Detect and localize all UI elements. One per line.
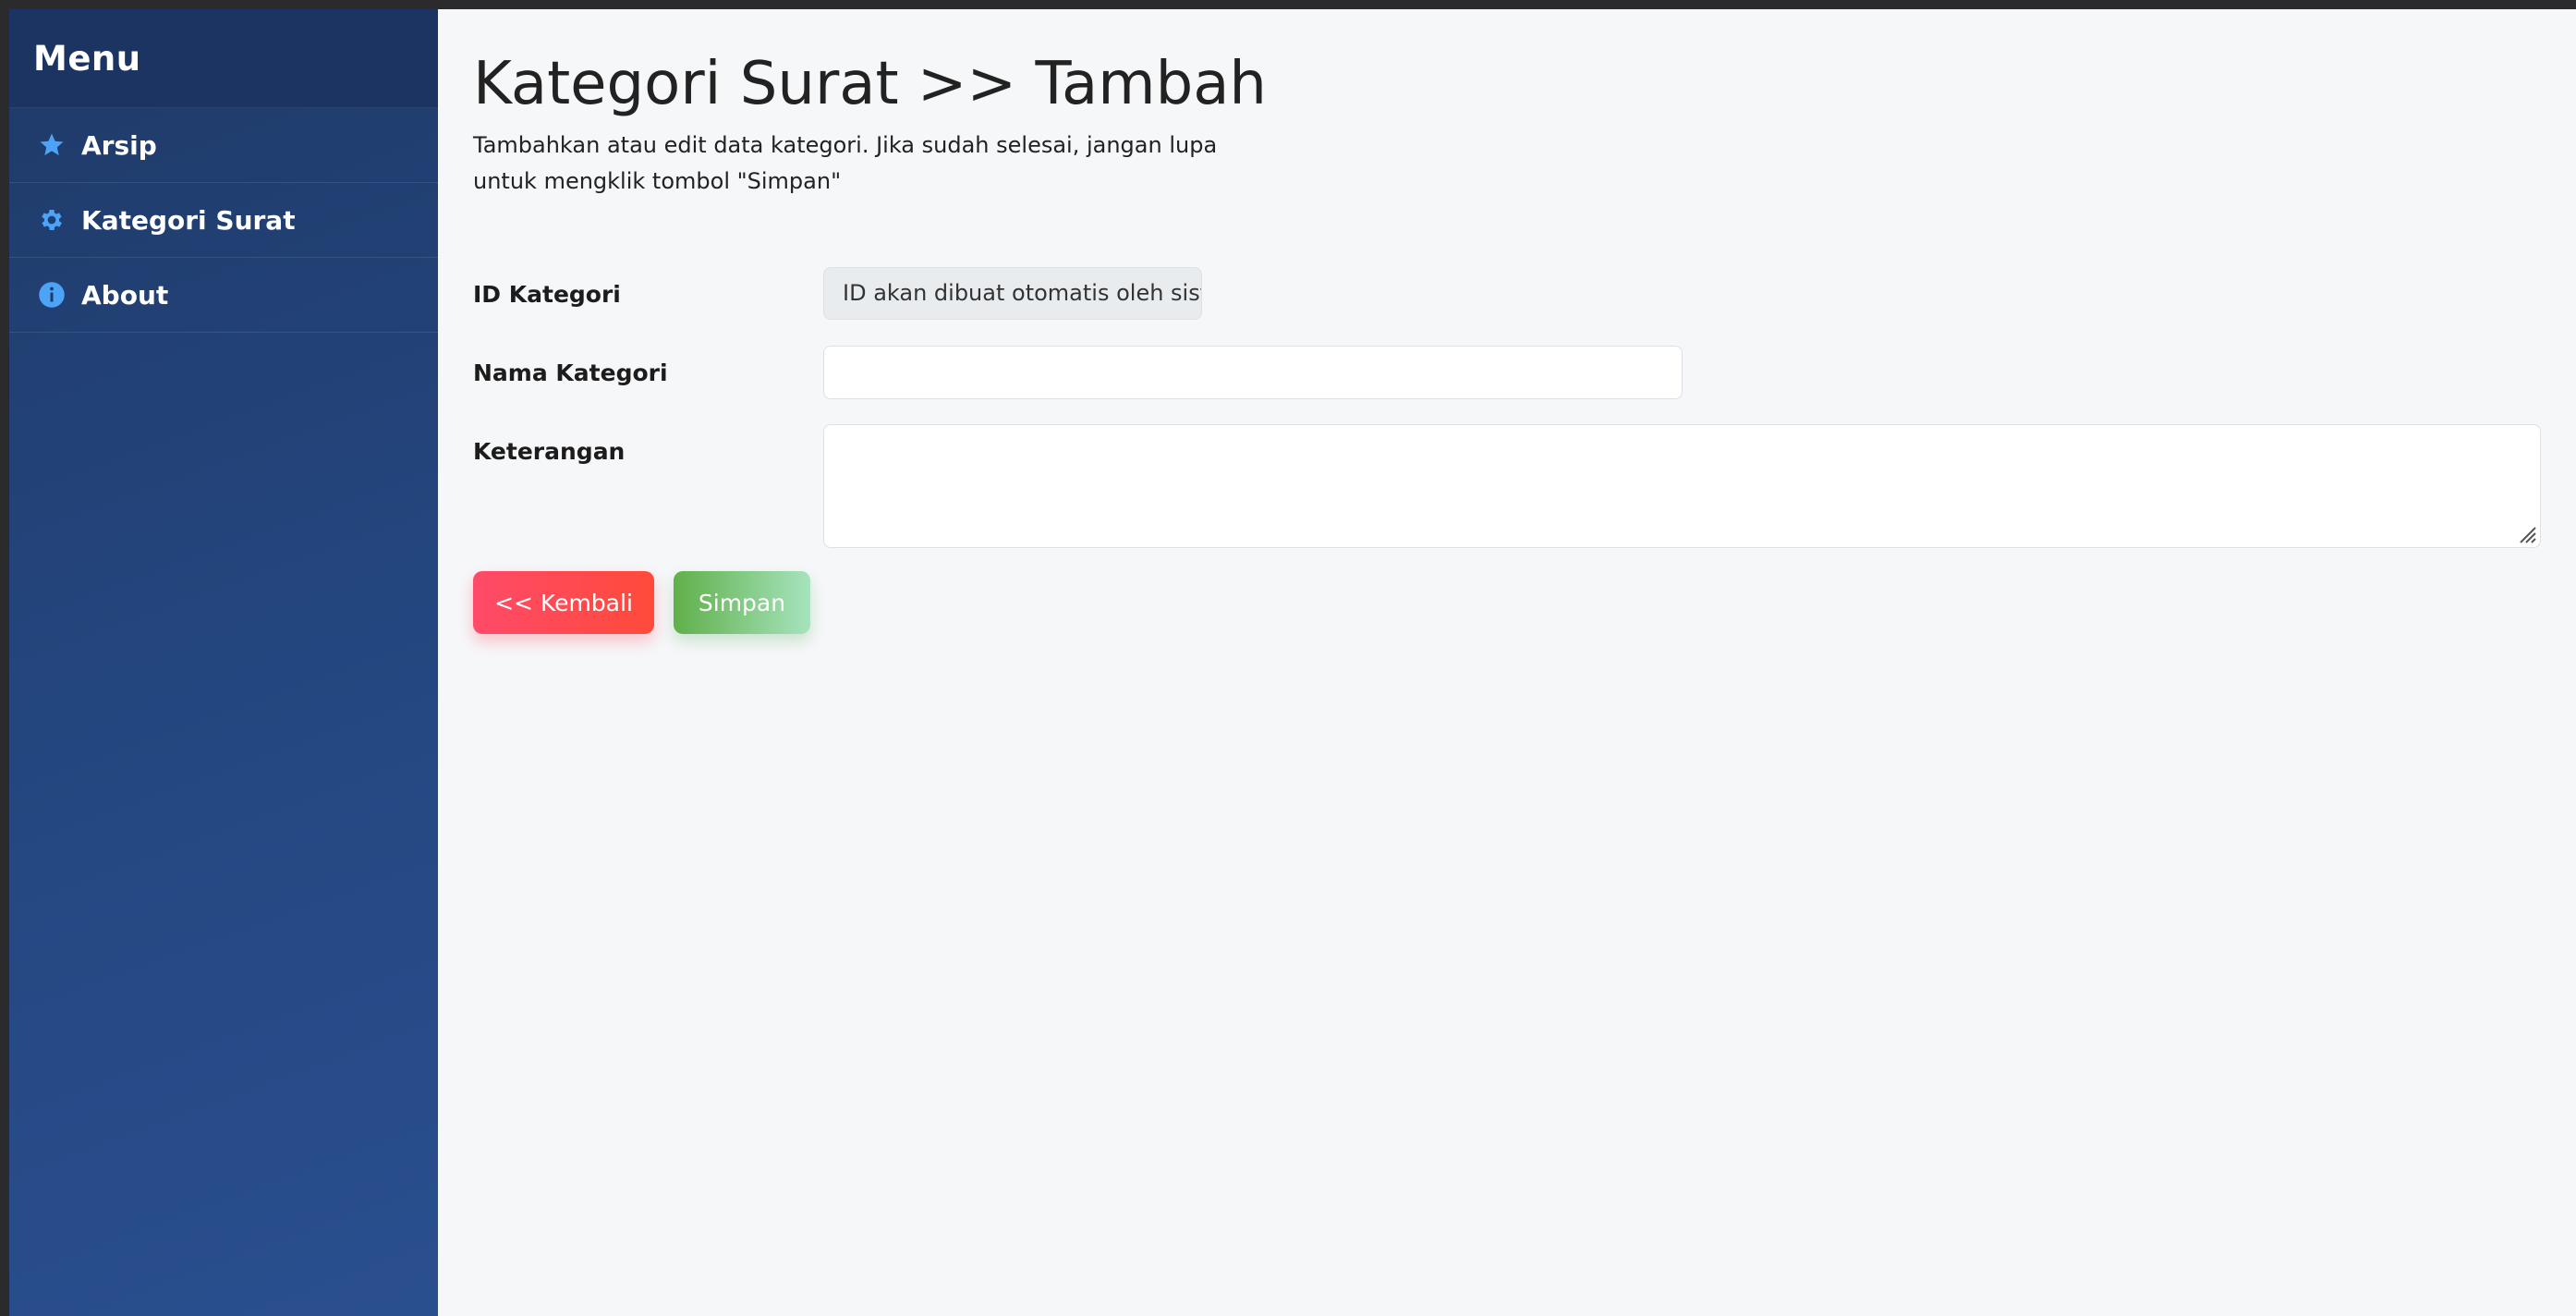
info-icon: [37, 280, 67, 310]
resize-grip-icon[interactable]: [2515, 522, 2537, 544]
keterangan-wrapper: [823, 424, 2541, 548]
nama-kategori-label: Nama Kategori: [473, 359, 668, 386]
keterangan-label: Keterangan: [473, 438, 626, 465]
sidebar-title: Menu: [33, 38, 141, 79]
id-kategori-label: ID Kategori: [473, 281, 621, 308]
main-content: Kategori Surat >> Tambah Tambahkan atau …: [438, 9, 2576, 1316]
sidebar-header: Menu: [9, 9, 438, 108]
id-kategori-field: ID akan dibuat otomatis oleh sistem: [823, 267, 1202, 320]
nama-kategori-input[interactable]: [823, 346, 1683, 399]
page-title: Kategori Surat >> Tambah: [473, 50, 1267, 118]
sidebar-item-arsip[interactable]: Arsip: [9, 108, 438, 183]
save-button[interactable]: Simpan: [674, 571, 810, 634]
app-window: Menu Arsip Kategori Surat About Kategori…: [0, 0, 2576, 1316]
gear-icon: [37, 205, 67, 235]
sidebar-item-about[interactable]: About: [9, 258, 438, 333]
sidebar: Menu Arsip Kategori Surat About: [9, 9, 438, 1316]
sidebar-item-label: About: [81, 279, 169, 311]
sidebar-item-kategori-surat[interactable]: Kategori Surat: [9, 183, 438, 258]
back-button[interactable]: << Kembali: [473, 571, 654, 634]
page-description: Tambahkan atau edit data kategori. Jika …: [473, 132, 1218, 194]
keterangan-textarea[interactable]: [823, 424, 2541, 548]
star-icon: [37, 130, 67, 160]
sidebar-item-label: Kategori Surat: [81, 204, 296, 236]
sidebar-item-label: Arsip: [81, 129, 157, 161]
